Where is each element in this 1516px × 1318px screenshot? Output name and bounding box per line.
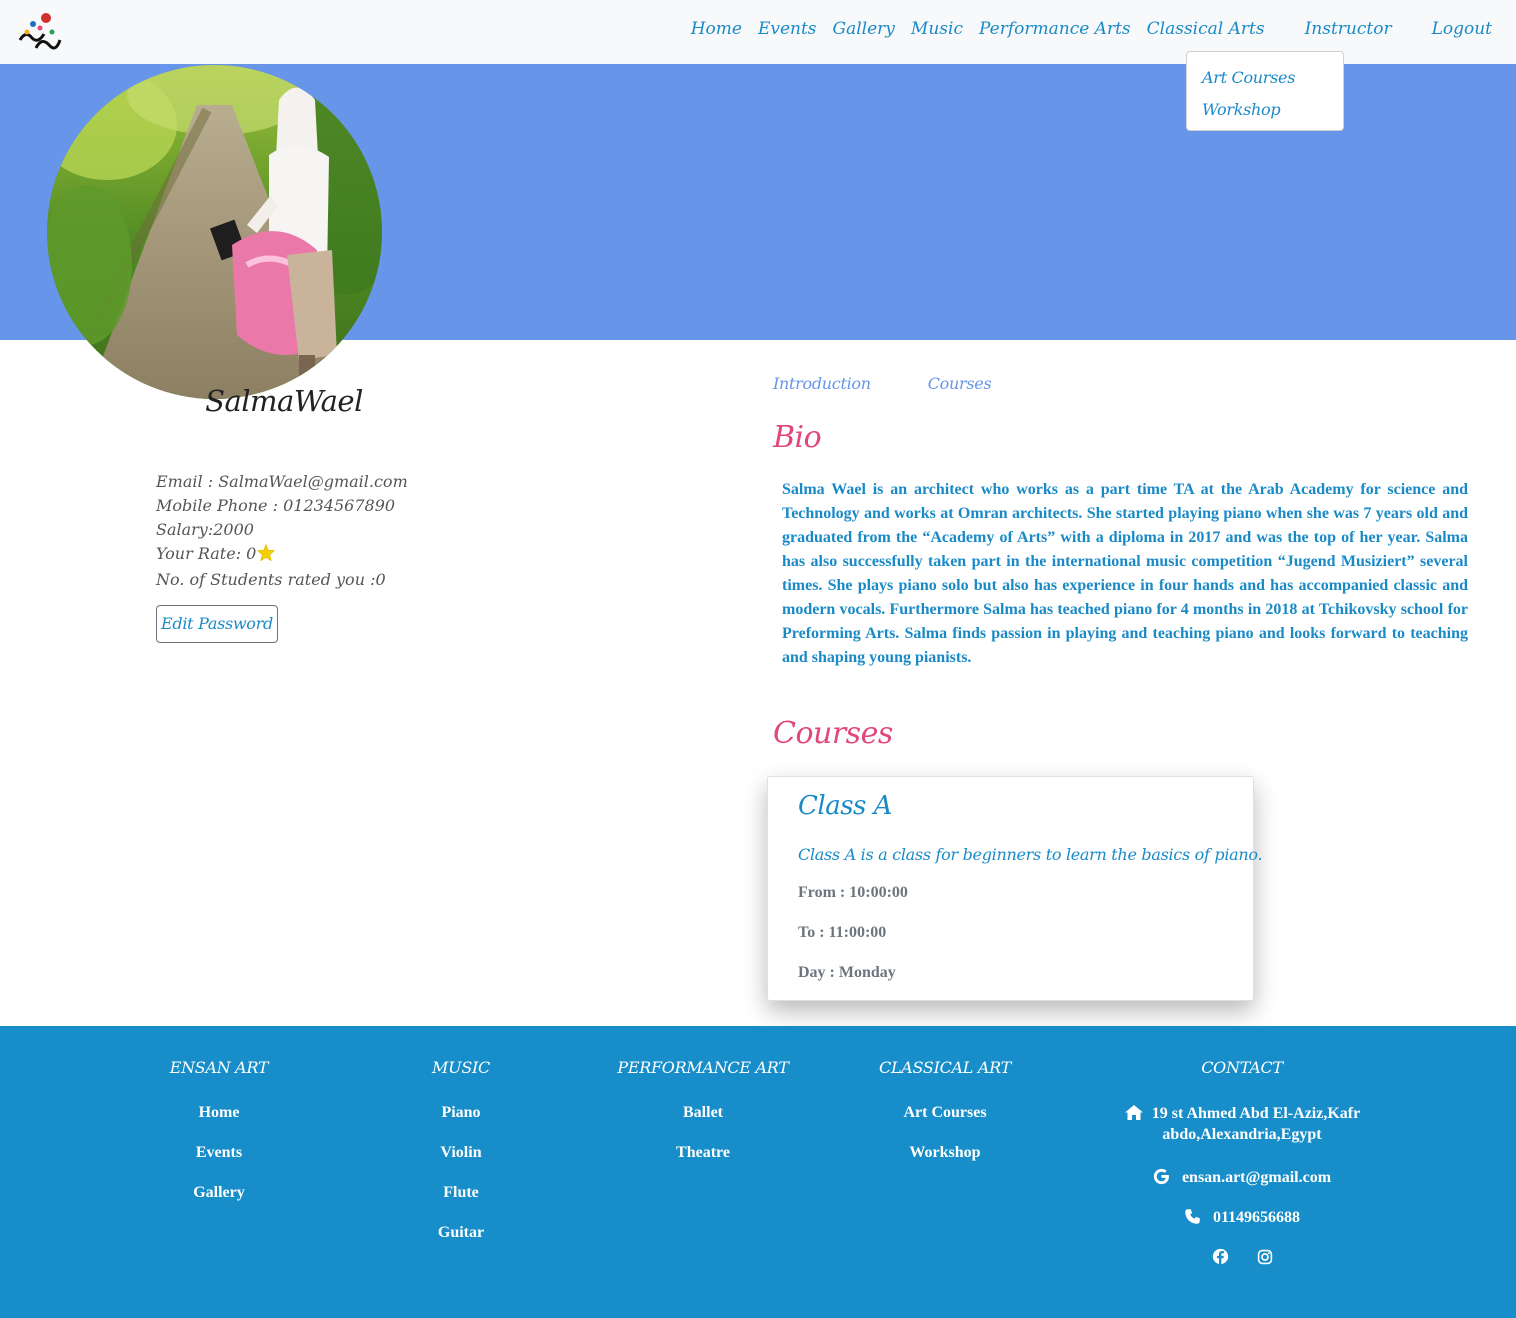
profile-salary: Salary:2000 — [156, 520, 254, 539]
footer-link-guitar[interactable]: Guitar — [340, 1224, 582, 1242]
profile-rated-count: No. of Students rated you :0 — [156, 570, 386, 589]
footer-link-violin[interactable]: Violin — [340, 1144, 582, 1162]
course-description: Class A is a class for beginners to lear… — [798, 845, 1263, 864]
footer-link-art-courses[interactable]: Art Courses — [824, 1104, 1066, 1122]
contact-address-line1: 19 st Ahmed Abd El-Aziz,Kafr — [1151, 1105, 1361, 1122]
profile-rate: Your Rate: 0 — [156, 544, 257, 563]
google-icon — [1153, 1168, 1170, 1190]
profile-email: Email : SalmaWael@gmail.com — [156, 472, 408, 491]
profile-tabs: Introduction Courses — [773, 374, 1048, 393]
footer-link-gallery[interactable]: Gallery — [98, 1184, 340, 1202]
nav-music[interactable]: Music — [911, 19, 963, 39]
contact-address: 19 st Ahmed Abd El-Aziz,Kafr abdo,Alexan… — [1101, 1104, 1383, 1144]
profile-info: Email : SalmaWael@gmail.com Mobile Phone… — [156, 470, 408, 592]
nav-links: Home Events Gallery Music Performance Ar… — [675, 0, 1492, 58]
nav-instructor[interactable]: Instructor — [1305, 19, 1392, 39]
contact-email-row: ensan.art@gmail.com — [1101, 1168, 1383, 1190]
course-to: To : 11:00:00 — [798, 924, 887, 941]
courses-title: Courses — [773, 716, 893, 751]
dropdown-art-courses[interactable]: Art Courses — [1187, 62, 1343, 94]
classical-arts-dropdown: Art Courses Workshop — [1186, 51, 1344, 131]
contact-email[interactable]: ensan.art@gmail.com — [1182, 1169, 1331, 1186]
course-card[interactable]: Class A Class A is a class for beginners… — [767, 776, 1263, 1001]
footer-heading-music: MUSIC — [432, 1058, 490, 1077]
footer-link-flute[interactable]: Flute — [340, 1184, 582, 1202]
contact-phone[interactable]: 01149656688 — [1213, 1209, 1300, 1226]
footer-link-ballet[interactable]: Ballet — [582, 1104, 824, 1122]
tab-courses[interactable]: Courses — [928, 374, 992, 393]
bio-title: Bio — [773, 420, 822, 455]
nav-performance-arts[interactable]: Performance Arts — [979, 19, 1131, 39]
bio-text: Salma Wael is an architect who works as … — [782, 481, 1468, 666]
footer-heading-contact: CONTACT — [1201, 1058, 1283, 1077]
course-from: From : 10:00:00 — [798, 884, 908, 901]
footer-link-workshop[interactable]: Workshop — [824, 1144, 1066, 1162]
nav-logout[interactable]: Logout — [1432, 19, 1492, 39]
nav-classical-arts[interactable]: Classical Arts — [1147, 19, 1265, 39]
nav-gallery[interactable]: Gallery — [833, 19, 895, 39]
social-links — [1101, 1248, 1383, 1270]
nav-home[interactable]: Home — [691, 19, 742, 39]
dropdown-workshop[interactable]: Workshop — [1187, 94, 1343, 126]
contact-phone-row: 01149656688 — [1101, 1208, 1383, 1230]
home-icon — [1124, 1104, 1144, 1126]
facebook-icon[interactable] — [1212, 1248, 1229, 1270]
site-logo[interactable] — [16, 10, 64, 54]
footer: ENSAN ART Home Events Gallery MUSIC Pian… — [0, 1026, 1516, 1318]
contact-address-line2: abdo,Alexandria,Egypt — [1162, 1126, 1322, 1143]
profile-mobile: Mobile Phone : 01234567890 — [156, 496, 396, 515]
star-icon — [257, 543, 276, 568]
profile-rate-row: Your Rate: 0 — [156, 542, 408, 568]
footer-heading-ensan: ENSAN ART — [169, 1058, 269, 1077]
profile-name: SalmaWael — [205, 384, 363, 418]
footer-heading-performance: PERFORMANCE ART — [617, 1058, 789, 1077]
footer-link-theatre[interactable]: Theatre — [582, 1144, 824, 1162]
course-day: Day : Monday — [798, 964, 896, 981]
course-title: Class A — [798, 791, 892, 821]
instagram-icon[interactable] — [1257, 1249, 1273, 1270]
footer-link-events[interactable]: Events — [98, 1144, 340, 1162]
edit-password-button[interactable]: Edit Password — [156, 605, 278, 643]
footer-link-piano[interactable]: Piano — [340, 1104, 582, 1122]
profile-photo — [47, 65, 382, 399]
nav-events[interactable]: Events — [758, 19, 817, 39]
tab-introduction[interactable]: Introduction — [773, 374, 871, 393]
footer-link-home[interactable]: Home — [98, 1104, 340, 1122]
footer-heading-classical: CLASSICAL ART — [879, 1058, 1011, 1077]
phone-icon — [1184, 1208, 1201, 1230]
